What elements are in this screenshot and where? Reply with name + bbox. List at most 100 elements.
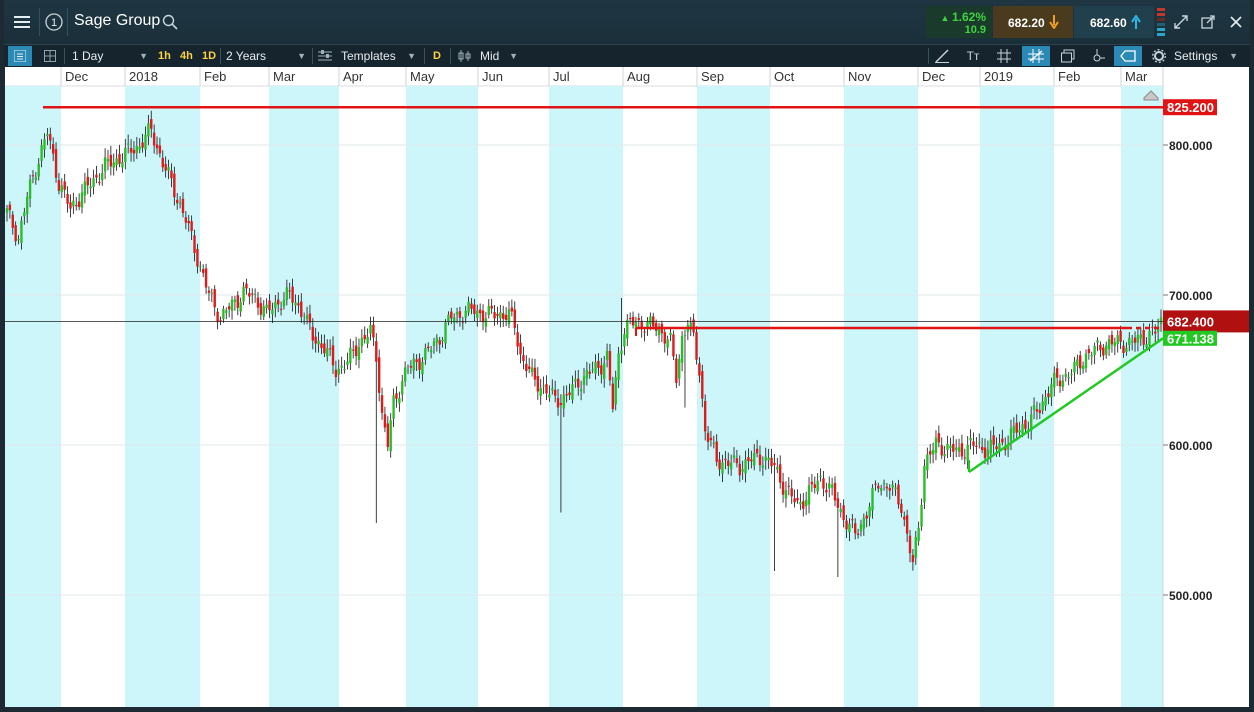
candle-body [346,361,349,365]
chart-canvas[interactable]: Dec 2018 Feb Mar Apr May Jun Jul Aug Sep Oct Nov Dec… [5,67,1249,707]
candle-body [793,498,796,503]
candle-body [678,358,681,379]
candle-body [695,332,698,360]
crosshair-icon[interactable] [996,45,1012,67]
candle-body [181,198,185,214]
price-axis [1163,86,1249,707]
price-chart[interactable]: Dec 2018 Feb Mar Apr May Jun Jul Aug Sep Oct Nov Dec… [5,67,1249,707]
range-select[interactable]: 2 Years ▼ [226,45,308,67]
close-icon[interactable] [1227,9,1245,35]
candle-body [187,220,190,224]
candle-body [34,177,38,181]
candle-body [1053,372,1056,388]
candle-body [1041,401,1044,411]
shape-icon[interactable] [1114,46,1142,66]
interval-4h-button[interactable]: 4h [180,45,193,67]
x-tick-label: Oct [774,69,795,84]
text-size-icon[interactable]: Tт [964,45,982,67]
candle-body [291,286,294,303]
candle-body [943,453,946,457]
buy-button[interactable]: 682.60 [1074,6,1154,38]
x-tick-label: Jul [553,69,570,84]
popout-icon[interactable] [1199,9,1217,35]
candle-body [908,535,912,554]
templates-button[interactable]: Templates ▼ [318,45,418,67]
candle-body [121,162,124,168]
candle-body [562,394,566,409]
candle-body [103,157,107,172]
candle-body [236,295,239,308]
interval-label: 1 Day [72,49,104,63]
candle-body [539,387,542,396]
candle-body [46,134,49,137]
sell-button[interactable]: 682.20 [993,6,1073,38]
candle-body [83,181,87,196]
candle-body [464,310,467,318]
candle-body [594,362,597,374]
candle-body [109,154,113,167]
candle-body [383,414,387,428]
candle-body [1096,340,1099,343]
candle-body [294,302,297,306]
candle-body [989,439,992,454]
interval-1d-button[interactable]: 1D [202,45,216,67]
bars-icon [458,50,471,62]
candle-body [1128,337,1131,346]
expand-icon[interactable] [1172,9,1190,35]
notification-icon[interactable]: 1 [42,9,66,35]
candle-body [328,348,332,350]
candle-body [118,153,121,164]
candle-body [773,462,776,466]
candle-body [510,307,514,312]
candle-body [51,144,55,154]
candle-body [262,306,265,317]
window-titlebar: 1 Sage Group ▲ 1.62% 10.9 682.20 682.60 [0,0,1254,44]
draw-line-icon[interactable] [934,45,950,67]
candle-body [502,313,505,319]
candle-body [164,163,167,171]
candle-body [891,484,894,488]
candle-body [251,293,254,295]
candle-body [874,483,877,485]
candle-body [95,174,98,178]
x-tick-label: Dec [65,69,89,84]
candle-body [305,315,309,320]
x-tick-label: 2018 [129,69,158,84]
d-button[interactable]: D [433,45,441,67]
search-icon[interactable] [162,9,178,35]
candle-body [401,381,404,395]
divider [928,48,929,64]
candle-body [392,395,395,419]
interval-select[interactable]: 1 Day ▼ [72,45,150,67]
candle-body [481,310,485,323]
grid-layout-icon[interactable] [42,45,58,67]
price-type-select[interactable]: Mid ▼ [458,45,520,67]
candle-body [703,400,707,432]
candle-body [1018,430,1021,433]
candle-body [193,235,196,253]
candle-body [551,388,554,391]
candle-body [698,363,701,376]
indicator-icon[interactable] [1090,45,1106,67]
candle-body [807,485,811,505]
change-absolute: 10.9 [964,24,986,36]
candle-body [738,463,741,476]
settings-button[interactable]: Settings ▼ [1152,45,1242,67]
candle-body [787,485,791,487]
candle-body [877,485,880,489]
interval-1h-button[interactable]: 1h [158,45,171,67]
candle-body [614,377,617,405]
grid-icon[interactable] [1022,46,1050,66]
candle-body [409,365,413,368]
candle-body [158,145,162,154]
candle-body [536,376,540,392]
list-view-icon[interactable] [8,46,32,66]
copy-icon[interactable] [1060,45,1076,67]
candle-body [804,499,808,507]
candle-body [868,506,871,518]
candle-body [300,301,303,317]
y-tick-label: 500.000 [1169,589,1213,603]
candle-body [1159,317,1163,325]
menu-icon[interactable] [8,9,36,35]
candle-body [245,283,248,289]
